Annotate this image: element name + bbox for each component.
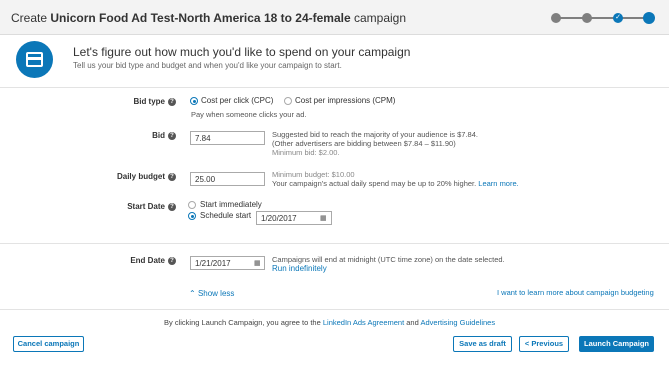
page-title: Create Unicorn Food Ad Test-North Americ…	[11, 11, 406, 25]
budget-note: Your campaign's actual daily spend may b…	[272, 179, 519, 188]
start-date-label: Start Date?	[100, 202, 176, 211]
chevron-up-icon: ⌃	[189, 289, 196, 298]
daily-budget-label: Daily budget?	[100, 172, 176, 181]
checkmark-icon: ✓	[615, 14, 621, 21]
previous-button[interactable]: < Previous	[519, 336, 569, 352]
radio-cpm[interactable]	[284, 97, 292, 105]
run-indefinitely-link[interactable]: Run indefinitely	[272, 264, 327, 273]
campaign-name: Unicorn Food Ad Test-North America 18 to…	[50, 11, 351, 25]
end-date-label: End Date?	[100, 256, 176, 265]
learn-budgeting-link[interactable]: I want to learn more about campaign budg…	[497, 288, 654, 297]
progress-stepper: ✓	[551, 12, 661, 24]
bid-label: Bid?	[100, 131, 176, 140]
cancel-campaign-button[interactable]: Cancel campaign	[13, 336, 84, 352]
option-cpc-label[interactable]: Cost per click (CPC)	[201, 96, 273, 105]
intro-subheading: Tell us your bid type and budget and whe…	[73, 61, 342, 70]
progress-step-4-current	[643, 12, 655, 24]
end-date-note: Campaigns will end at midnight (UTC time…	[272, 255, 505, 264]
progress-step-3-complete: ✓	[613, 13, 623, 23]
calendar-icon[interactable]: ▦	[254, 259, 261, 267]
save-as-draft-button[interactable]: Save as draft	[453, 336, 512, 352]
bid-suggestion: Suggested bid to reach the majority of y…	[272, 130, 478, 139]
radio-start-immediately[interactable]	[188, 201, 196, 209]
daily-budget-input[interactable]	[190, 172, 265, 186]
bid-minimum: Minimum bid: $2.00.	[272, 148, 340, 157]
radio-schedule-start[interactable]	[188, 212, 196, 220]
title-prefix: Create	[11, 11, 48, 25]
help-icon[interactable]: ?	[168, 98, 176, 106]
option-start-immediately-label[interactable]: Start immediately	[200, 200, 262, 209]
campaign-header: Create Unicorn Food Ad Test-North Americ…	[0, 0, 669, 35]
bid-type-label: Bid type?	[100, 97, 176, 106]
help-icon[interactable]: ?	[168, 132, 176, 140]
credit-card-icon	[16, 41, 53, 78]
progress-step-2	[582, 13, 592, 23]
bid-type-hint: Pay when someone clicks your ad.	[191, 110, 307, 119]
divider	[0, 87, 669, 88]
progress-line	[556, 17, 648, 19]
progress-step-1	[551, 13, 561, 23]
title-suffix: campaign	[354, 11, 407, 25]
advertising-guidelines-link[interactable]: Advertising Guidelines	[420, 318, 495, 327]
calendar-icon[interactable]: ▦	[320, 214, 327, 222]
option-cpm-label[interactable]: Cost per impressions (CPM)	[295, 96, 395, 105]
agreement-text: By clicking Launch Campaign, you agree t…	[164, 318, 496, 327]
bid-range: (Other advertisers are bidding between $…	[272, 139, 456, 148]
divider	[0, 309, 669, 310]
intro-heading: Let's figure out how much you'd like to …	[73, 45, 411, 59]
help-icon[interactable]: ?	[168, 257, 176, 265]
divider	[0, 243, 669, 244]
bid-input[interactable]	[190, 131, 265, 145]
radio-cpc[interactable]	[190, 97, 198, 105]
show-less-link[interactable]: ⌃ Show less	[189, 289, 234, 298]
option-schedule-start-label[interactable]: Schedule start	[200, 211, 251, 220]
help-icon[interactable]: ?	[168, 203, 176, 211]
budget-minimum: Minimum budget: $10.00	[272, 170, 355, 179]
help-icon[interactable]: ?	[168, 173, 176, 181]
learn-more-link[interactable]: Learn more.	[478, 179, 518, 188]
launch-campaign-button[interactable]: Launch Campaign	[579, 336, 654, 352]
ads-agreement-link[interactable]: LinkedIn Ads Agreement	[323, 318, 404, 327]
